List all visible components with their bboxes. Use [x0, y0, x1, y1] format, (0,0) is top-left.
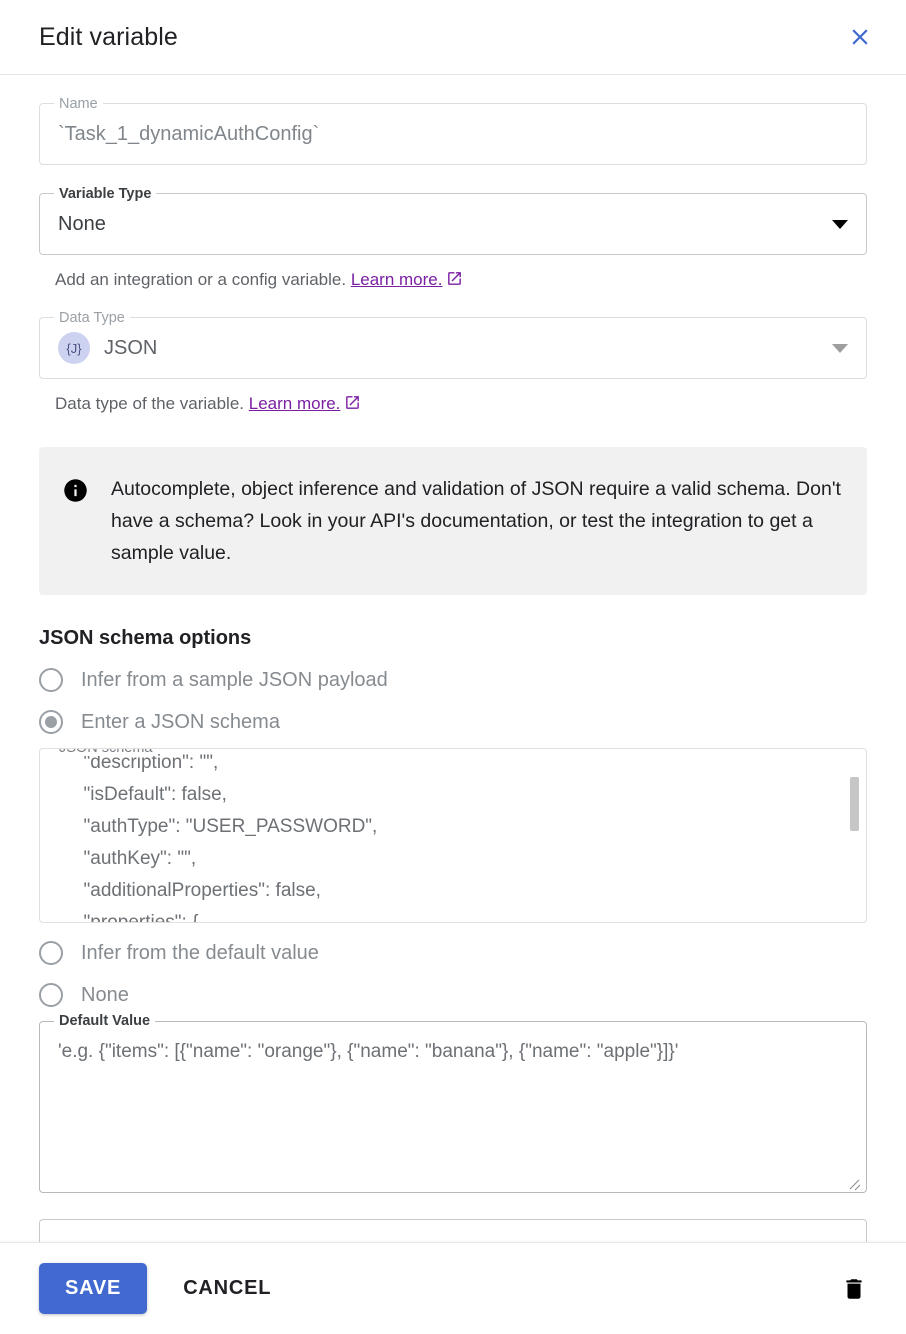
radio-label: Infer from the default value: [81, 942, 319, 965]
page-title: Edit variable: [39, 23, 838, 52]
data-type-label: Data Type: [54, 310, 130, 326]
default-value-input[interactable]: 'e.g. {"items": [{"name": "orange"}, {"n…: [40, 1022, 866, 1082]
variable-type-helper: Add an integration or a config variable.…: [55, 269, 867, 293]
radio-infer-from-default-value[interactable]: Infer from the default value: [39, 941, 867, 965]
dialog-header: Edit variable: [0, 0, 906, 75]
schema-info-text: Autocomplete, object inference and valid…: [111, 473, 843, 569]
info-icon: [57, 473, 93, 569]
json-schema-textarea[interactable]: "description": "", "isDefault": false, "…: [40, 748, 866, 923]
radio-button-icon[interactable]: [39, 668, 63, 692]
variable-type-learn-more-link[interactable]: Learn more.: [351, 270, 443, 289]
radio-button-icon[interactable]: [39, 983, 63, 1007]
trash-icon: [841, 1276, 867, 1302]
data-type-value: JSON: [104, 337, 157, 360]
variable-type-label: Variable Type: [54, 186, 156, 202]
data-type-helper: Data type of the variable. Learn more.: [55, 393, 867, 417]
default-value-label: Default Value: [54, 1013, 155, 1029]
dialog-body: Name `Task_1_dynamicAuthConfig` Variable…: [0, 75, 906, 1334]
radio-label: Enter a JSON schema: [81, 711, 280, 734]
schema-info-banner: Autocomplete, object inference and valid…: [39, 447, 867, 595]
variable-type-helper-text: Add an integration or a config variable.: [55, 270, 346, 289]
name-field[interactable]: Name `Task_1_dynamicAuthConfig`: [39, 103, 867, 165]
radio-label: None: [81, 984, 129, 1007]
default-value-field[interactable]: Default Value 'e.g. {"items": [{"name": …: [39, 1021, 867, 1193]
external-link-icon[interactable]: [344, 394, 361, 417]
external-link-icon[interactable]: [446, 270, 463, 293]
json-schema-scrollbar[interactable]: [850, 777, 859, 831]
variable-type-select[interactable]: Variable Type None: [39, 193, 867, 255]
variable-type-value: None: [58, 213, 822, 236]
save-button[interactable]: SAVE: [39, 1263, 147, 1314]
data-type-select[interactable]: Data Type {J} JSON: [39, 317, 867, 379]
data-type-value-wrap: {J} JSON: [58, 332, 822, 364]
json-schema-label: JSON schema: [54, 748, 157, 756]
dialog-footer: SAVE CANCEL: [0, 1242, 906, 1334]
json-type-icon: {J}: [58, 332, 90, 364]
radio-button-icon[interactable]: [39, 941, 63, 965]
chevron-down-icon[interactable]: [832, 344, 848, 353]
delete-variable-button[interactable]: [830, 1265, 878, 1313]
radio-enter-a-json-schema[interactable]: Enter a JSON schema: [39, 710, 867, 734]
close-icon[interactable]: [838, 15, 882, 59]
radio-label: Infer from a sample JSON payload: [81, 669, 388, 692]
json-schema-options-title: JSON schema options: [39, 627, 867, 650]
data-type-helper-text: Data type of the variable.: [55, 394, 244, 413]
radio-none[interactable]: None: [39, 983, 867, 1007]
json-schema-textarea-wrapper[interactable]: JSON schema "description": "", "isDefaul…: [39, 748, 867, 923]
edit-variable-dialog: Edit variable Name `Task_1_dynamicAuthCo…: [0, 0, 906, 1334]
chevron-down-icon[interactable]: [832, 220, 848, 229]
name-field-label: Name: [54, 96, 103, 112]
radio-button-icon[interactable]: [39, 710, 63, 734]
radio-infer-from-sample-payload[interactable]: Infer from a sample JSON payload: [39, 668, 867, 692]
cancel-button[interactable]: CANCEL: [161, 1263, 293, 1314]
data-type-learn-more-link[interactable]: Learn more.: [249, 394, 341, 413]
name-input[interactable]: `Task_1_dynamicAuthConfig`: [40, 104, 866, 164]
resize-handle[interactable]: [846, 1173, 862, 1189]
